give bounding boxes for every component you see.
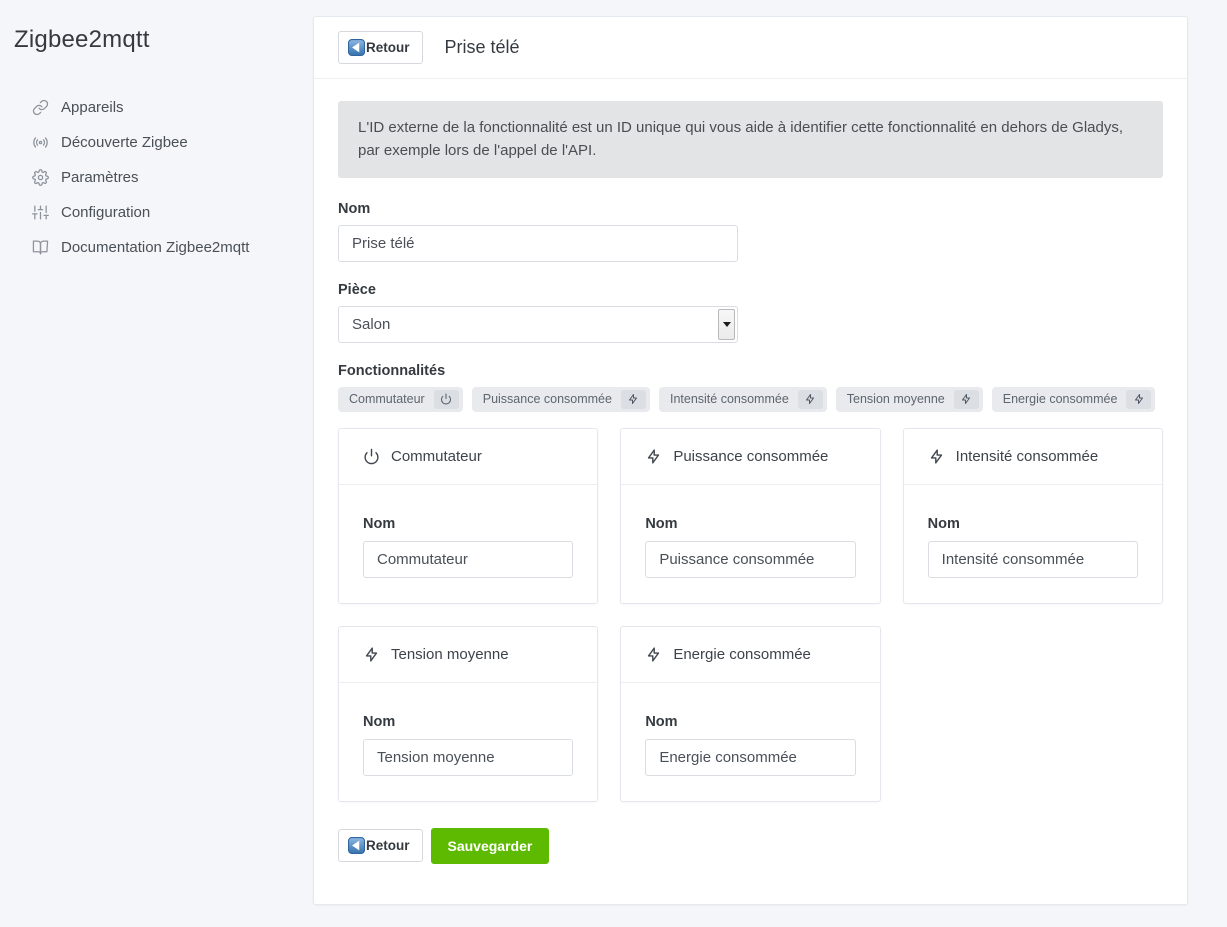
feature-badge-tension: Tension moyenne bbox=[836, 387, 983, 412]
sidebar-item-decouverte-zigbee[interactable]: Découverte Zigbee bbox=[14, 125, 299, 160]
badge-label: Tension moyenne bbox=[847, 392, 945, 406]
sidebar-item-appareils[interactable]: Appareils bbox=[14, 90, 299, 125]
bolt-icon bbox=[621, 390, 646, 409]
main-area: Retour Prise télé L'ID externe de la fon… bbox=[313, 0, 1227, 927]
feature-name-label: Nom bbox=[645, 714, 855, 730]
sidebar-item-label: Configuration bbox=[61, 204, 150, 221]
features-label: Fonctionnalités bbox=[338, 363, 1163, 379]
room-form-group: Pièce Salon bbox=[338, 282, 1163, 343]
feature-card-title: Puissance consommée bbox=[673, 448, 828, 465]
feature-card-title: Energie consommée bbox=[673, 646, 811, 663]
feature-badge-energie: Energie consommée bbox=[992, 387, 1156, 412]
feature-card-intensite: Intensité consommée Nom bbox=[903, 428, 1163, 604]
feature-name-input[interactable] bbox=[363, 739, 573, 776]
feature-name-input[interactable] bbox=[645, 739, 855, 776]
feature-card-header: Puissance consommée bbox=[621, 429, 879, 485]
back-button-label: Retour bbox=[366, 838, 410, 853]
link-icon bbox=[32, 99, 49, 116]
sidebar-item-label: Appareils bbox=[61, 99, 124, 116]
room-label: Pièce bbox=[338, 282, 1163, 298]
feature-card-puissance: Puissance consommée Nom bbox=[620, 428, 880, 604]
sidebar-item-label: Documentation Zigbee2mqtt bbox=[61, 239, 249, 256]
feature-card-body: Nom bbox=[621, 485, 879, 603]
feature-card-energie: Energie consommée Nom bbox=[620, 626, 880, 802]
feature-card-title: Commutateur bbox=[391, 448, 482, 465]
bolt-icon bbox=[645, 448, 662, 465]
feature-name-label: Nom bbox=[928, 516, 1138, 532]
back-arrow-icon bbox=[348, 837, 365, 854]
power-icon bbox=[363, 448, 380, 465]
feature-name-input[interactable] bbox=[928, 541, 1138, 578]
sidebar-menu: Appareils Découverte Zigbee Paramètres C… bbox=[14, 90, 299, 265]
back-button-label: Retour bbox=[366, 40, 410, 55]
feature-badge-intensite: Intensité consommée bbox=[659, 387, 827, 412]
feature-card-header: Intensité consommée bbox=[904, 429, 1162, 485]
bolt-icon bbox=[363, 646, 380, 663]
feature-name-input[interactable] bbox=[363, 541, 573, 578]
feature-card-body: Nom bbox=[621, 683, 879, 801]
feature-badge-puissance: Puissance consommée bbox=[472, 387, 650, 412]
app-layout: Zigbee2mqtt Appareils Découverte Zigbee … bbox=[0, 0, 1227, 927]
back-button[interactable]: Retour bbox=[338, 31, 423, 64]
badge-label: Energie consommée bbox=[1003, 392, 1118, 406]
sidebar-item-configuration[interactable]: Configuration bbox=[14, 195, 299, 230]
info-alert: L'ID externe de la fonctionnalité est un… bbox=[338, 101, 1163, 178]
name-label: Nom bbox=[338, 201, 1163, 217]
sidebar-item-label: Paramètres bbox=[61, 169, 139, 186]
bolt-icon bbox=[645, 646, 662, 663]
feature-card-header: Tension moyenne bbox=[339, 627, 597, 683]
sidebar: Zigbee2mqtt Appareils Découverte Zigbee … bbox=[0, 0, 313, 927]
page-title: Prise télé bbox=[445, 37, 520, 58]
badge-label: Commutateur bbox=[349, 392, 425, 406]
save-button[interactable]: Sauvegarder bbox=[431, 828, 550, 864]
feature-card-tension: Tension moyenne Nom bbox=[338, 626, 598, 802]
feature-card-commutateur: Commutateur Nom bbox=[338, 428, 598, 604]
power-icon bbox=[434, 390, 459, 409]
bolt-icon bbox=[954, 390, 979, 409]
feature-name-label: Nom bbox=[645, 516, 855, 532]
room-select-value: Salon bbox=[352, 316, 390, 333]
sidebar-item-label: Découverte Zigbee bbox=[61, 134, 188, 151]
room-select[interactable]: Salon bbox=[338, 306, 738, 343]
feature-card-title: Intensité consommée bbox=[956, 448, 1099, 465]
bolt-icon bbox=[928, 448, 945, 465]
back-button-footer[interactable]: Retour bbox=[338, 829, 423, 862]
device-name-input[interactable] bbox=[338, 225, 738, 262]
badge-label: Puissance consommée bbox=[483, 392, 612, 406]
feature-cards-grid: Commutateur Nom Puissance consommée bbox=[338, 428, 1163, 802]
feature-badge-commutateur: Commutateur bbox=[338, 387, 463, 412]
bolt-icon bbox=[798, 390, 823, 409]
feature-card-body: Nom bbox=[904, 485, 1162, 603]
device-card: Retour Prise télé L'ID externe de la fon… bbox=[313, 16, 1188, 905]
feature-card-title: Tension moyenne bbox=[391, 646, 509, 663]
footer-actions: Retour Sauvegarder bbox=[338, 828, 1163, 864]
feature-card-body: Nom bbox=[339, 485, 597, 603]
feature-card-body: Nom bbox=[339, 683, 597, 801]
card-body: L'ID externe de la fonctionnalité est un… bbox=[314, 79, 1187, 904]
feature-card-header: Commutateur bbox=[339, 429, 597, 485]
sidebar-item-parametres[interactable]: Paramètres bbox=[14, 160, 299, 195]
card-header: Retour Prise télé bbox=[314, 17, 1187, 79]
broadcast-icon bbox=[32, 134, 49, 151]
back-arrow-icon bbox=[348, 39, 365, 56]
feature-name-label: Nom bbox=[363, 714, 573, 730]
sidebar-item-documentation[interactable]: Documentation Zigbee2mqtt bbox=[14, 230, 299, 265]
feature-badges-row: Commutateur Puissance consommée Intensit… bbox=[338, 387, 1163, 412]
name-form-group: Nom bbox=[338, 201, 1163, 262]
feature-card-header: Energie consommée bbox=[621, 627, 879, 683]
gear-icon bbox=[32, 169, 49, 186]
sliders-icon bbox=[32, 204, 49, 221]
badge-label: Intensité consommée bbox=[670, 392, 789, 406]
integration-title: Zigbee2mqtt bbox=[14, 26, 299, 54]
feature-name-input[interactable] bbox=[645, 541, 855, 578]
select-dropdown-arrow-icon[interactable] bbox=[718, 309, 735, 340]
bolt-icon bbox=[1126, 390, 1151, 409]
book-open-icon bbox=[32, 239, 49, 256]
feature-name-label: Nom bbox=[363, 516, 573, 532]
